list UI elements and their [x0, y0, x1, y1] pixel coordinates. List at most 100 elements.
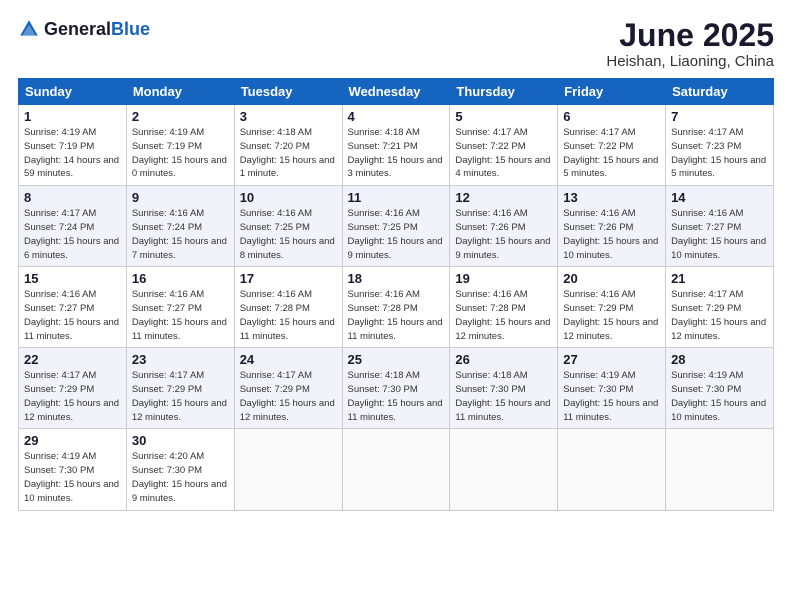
table-row: 22 Sunrise: 4:17 AM Sunset: 7:29 PM Dayl… — [19, 348, 127, 429]
daylight-label: Daylight: 15 hours and 12 minutes. — [24, 398, 119, 423]
sunrise-label: Sunrise: 4:19 AM — [132, 127, 204, 138]
logo-text-blue: Blue — [111, 19, 150, 39]
day-info: Sunrise: 4:20 AM Sunset: 7:30 PM Dayligh… — [132, 450, 229, 505]
daylight-label: Daylight: 15 hours and 9 minutes. — [455, 236, 550, 261]
day-info: Sunrise: 4:17 AM Sunset: 7:23 PM Dayligh… — [671, 126, 768, 181]
daylight-label: Daylight: 15 hours and 1 minute. — [240, 155, 335, 180]
day-number: 22 — [24, 352, 121, 367]
sunrise-label: Sunrise: 4:16 AM — [563, 289, 635, 300]
table-row: 19 Sunrise: 4:16 AM Sunset: 7:28 PM Dayl… — [450, 267, 558, 348]
day-number: 18 — [348, 271, 445, 286]
title-block: June 2025 Heishan, Liaoning, China — [606, 18, 774, 70]
day-info: Sunrise: 4:16 AM Sunset: 7:28 PM Dayligh… — [240, 288, 337, 343]
daylight-label: Daylight: 15 hours and 10 minutes. — [671, 398, 766, 423]
table-row: 17 Sunrise: 4:16 AM Sunset: 7:28 PM Dayl… — [234, 267, 342, 348]
day-number: 5 — [455, 109, 552, 124]
sunrise-label: Sunrise: 4:19 AM — [563, 370, 635, 381]
daylight-label: Daylight: 15 hours and 11 minutes. — [24, 317, 119, 342]
sunrise-label: Sunrise: 4:17 AM — [24, 208, 96, 219]
day-info: Sunrise: 4:16 AM Sunset: 7:26 PM Dayligh… — [563, 207, 660, 262]
table-row: 21 Sunrise: 4:17 AM Sunset: 7:29 PM Dayl… — [666, 267, 774, 348]
daylight-label: Daylight: 15 hours and 9 minutes. — [132, 479, 227, 504]
logo-icon — [18, 18, 40, 40]
day-info: Sunrise: 4:17 AM Sunset: 7:29 PM Dayligh… — [132, 369, 229, 424]
table-row: 12 Sunrise: 4:16 AM Sunset: 7:26 PM Dayl… — [450, 186, 558, 267]
day-info: Sunrise: 4:17 AM Sunset: 7:22 PM Dayligh… — [563, 126, 660, 181]
sunset-label: Sunset: 7:25 PM — [240, 222, 310, 233]
calendar-subtitle: Heishan, Liaoning, China — [606, 53, 774, 70]
sunrise-label: Sunrise: 4:16 AM — [132, 208, 204, 219]
day-number: 3 — [240, 109, 337, 124]
sunset-label: Sunset: 7:29 PM — [240, 384, 310, 395]
sunset-label: Sunset: 7:27 PM — [132, 303, 202, 314]
table-row: 3 Sunrise: 4:18 AM Sunset: 7:20 PM Dayli… — [234, 105, 342, 186]
daylight-label: Daylight: 14 hours and 59 minutes. — [24, 155, 119, 180]
day-info: Sunrise: 4:16 AM Sunset: 7:28 PM Dayligh… — [348, 288, 445, 343]
sunrise-label: Sunrise: 4:16 AM — [455, 208, 527, 219]
sunset-label: Sunset: 7:29 PM — [563, 303, 633, 314]
sunset-label: Sunset: 7:26 PM — [455, 222, 525, 233]
sunset-label: Sunset: 7:24 PM — [132, 222, 202, 233]
col-friday: Friday — [558, 79, 666, 105]
day-number: 23 — [132, 352, 229, 367]
sunrise-label: Sunrise: 4:17 AM — [563, 127, 635, 138]
calendar-table: Sunday Monday Tuesday Wednesday Thursday… — [18, 78, 774, 510]
day-number: 26 — [455, 352, 552, 367]
table-row: 4 Sunrise: 4:18 AM Sunset: 7:21 PM Dayli… — [342, 105, 450, 186]
day-number: 25 — [348, 352, 445, 367]
day-info: Sunrise: 4:17 AM Sunset: 7:29 PM Dayligh… — [671, 288, 768, 343]
daylight-label: Daylight: 15 hours and 12 minutes. — [563, 317, 658, 342]
day-number: 13 — [563, 190, 660, 205]
day-number: 6 — [563, 109, 660, 124]
table-row — [450, 429, 558, 510]
day-number: 15 — [24, 271, 121, 286]
calendar-header-row: Sunday Monday Tuesday Wednesday Thursday… — [19, 79, 774, 105]
sunrise-label: Sunrise: 4:16 AM — [240, 289, 312, 300]
daylight-label: Daylight: 15 hours and 7 minutes. — [132, 236, 227, 261]
sunrise-label: Sunrise: 4:17 AM — [671, 127, 743, 138]
table-row: 10 Sunrise: 4:16 AM Sunset: 7:25 PM Dayl… — [234, 186, 342, 267]
daylight-label: Daylight: 15 hours and 11 minutes. — [563, 398, 658, 423]
day-number: 14 — [671, 190, 768, 205]
table-row: 20 Sunrise: 4:16 AM Sunset: 7:29 PM Dayl… — [558, 267, 666, 348]
sunset-label: Sunset: 7:30 PM — [671, 384, 741, 395]
daylight-label: Daylight: 15 hours and 12 minutes. — [455, 317, 550, 342]
sunrise-label: Sunrise: 4:16 AM — [348, 208, 420, 219]
table-row: 5 Sunrise: 4:17 AM Sunset: 7:22 PM Dayli… — [450, 105, 558, 186]
day-number: 20 — [563, 271, 660, 286]
daylight-label: Daylight: 15 hours and 8 minutes. — [240, 236, 335, 261]
calendar-week-row: 15 Sunrise: 4:16 AM Sunset: 7:27 PM Dayl… — [19, 267, 774, 348]
table-row — [558, 429, 666, 510]
day-info: Sunrise: 4:16 AM Sunset: 7:24 PM Dayligh… — [132, 207, 229, 262]
daylight-label: Daylight: 15 hours and 5 minutes. — [671, 155, 766, 180]
sunset-label: Sunset: 7:28 PM — [240, 303, 310, 314]
day-number: 8 — [24, 190, 121, 205]
table-row: 1 Sunrise: 4:19 AM Sunset: 7:19 PM Dayli… — [19, 105, 127, 186]
sunrise-label: Sunrise: 4:18 AM — [348, 370, 420, 381]
table-row — [342, 429, 450, 510]
day-number: 28 — [671, 352, 768, 367]
daylight-label: Daylight: 15 hours and 11 minutes. — [240, 317, 335, 342]
col-tuesday: Tuesday — [234, 79, 342, 105]
table-row — [666, 429, 774, 510]
col-monday: Monday — [126, 79, 234, 105]
sunset-label: Sunset: 7:27 PM — [24, 303, 94, 314]
sunset-label: Sunset: 7:24 PM — [24, 222, 94, 233]
sunrise-label: Sunrise: 4:17 AM — [455, 127, 527, 138]
col-thursday: Thursday — [450, 79, 558, 105]
table-row: 23 Sunrise: 4:17 AM Sunset: 7:29 PM Dayl… — [126, 348, 234, 429]
sunrise-label: Sunrise: 4:17 AM — [240, 370, 312, 381]
day-info: Sunrise: 4:16 AM Sunset: 7:25 PM Dayligh… — [348, 207, 445, 262]
sunset-label: Sunset: 7:30 PM — [563, 384, 633, 395]
sunrise-label: Sunrise: 4:16 AM — [455, 289, 527, 300]
daylight-label: Daylight: 15 hours and 10 minutes. — [563, 236, 658, 261]
day-number: 19 — [455, 271, 552, 286]
day-number: 30 — [132, 433, 229, 448]
daylight-label: Daylight: 15 hours and 12 minutes. — [240, 398, 335, 423]
day-info: Sunrise: 4:17 AM Sunset: 7:29 PM Dayligh… — [24, 369, 121, 424]
daylight-label: Daylight: 15 hours and 11 minutes. — [348, 317, 443, 342]
logo-text-general: General — [44, 19, 111, 39]
sunrise-label: Sunrise: 4:19 AM — [24, 451, 96, 462]
sunset-label: Sunset: 7:23 PM — [671, 141, 741, 152]
sunset-label: Sunset: 7:25 PM — [348, 222, 418, 233]
